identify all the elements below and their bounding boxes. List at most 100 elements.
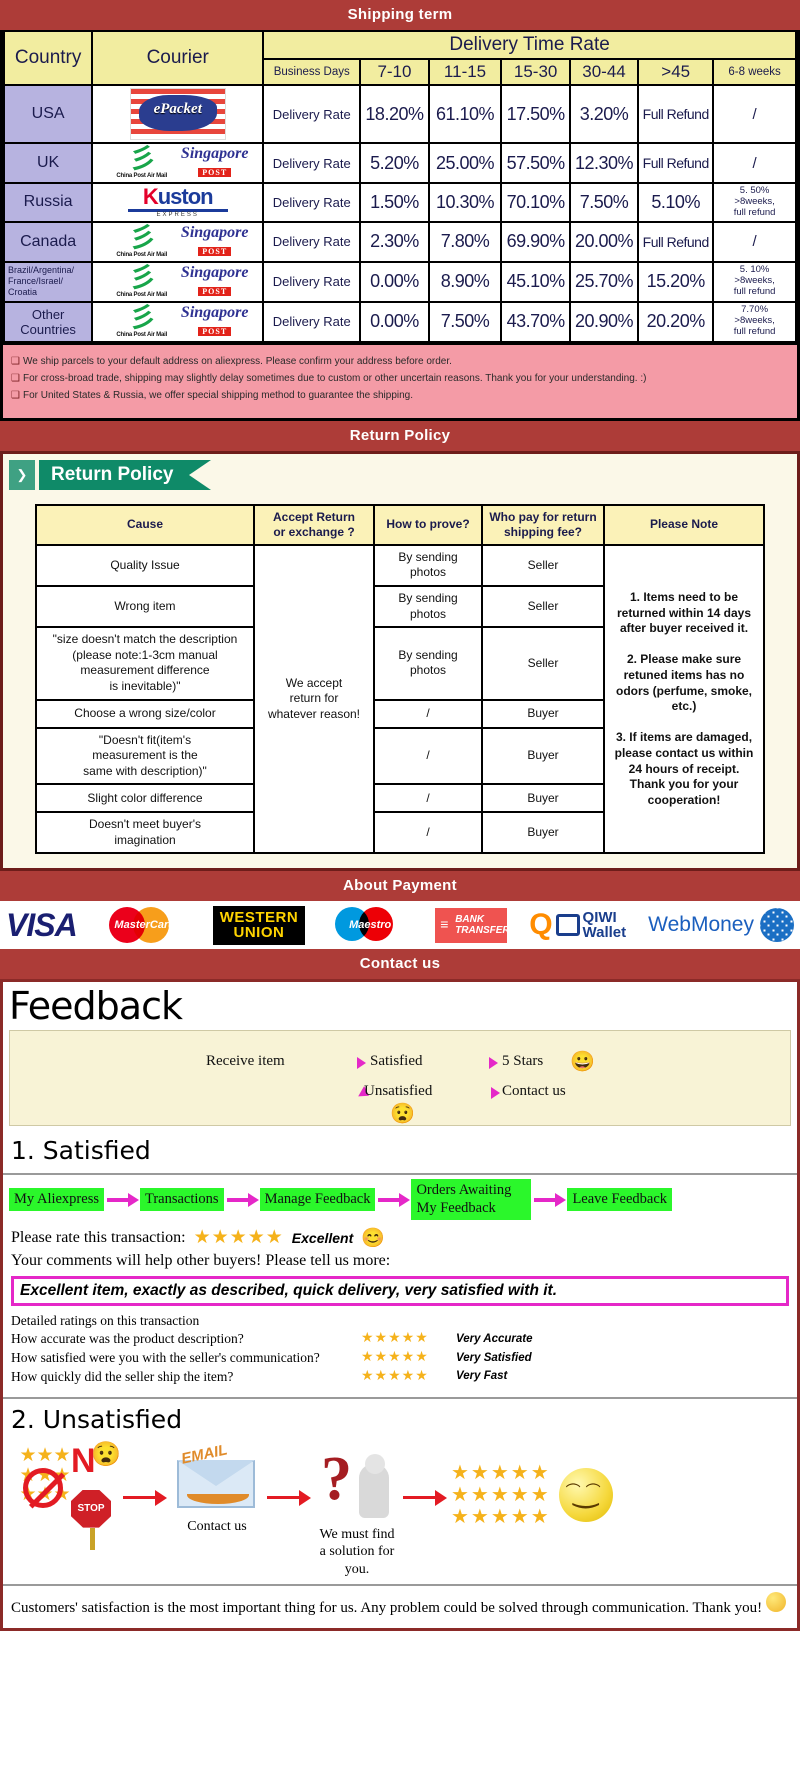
payment-method-bank-transfer: BANKTRANSFER (435, 905, 510, 945)
detail-question-shipping-speed: How quickly did the seller ship the item… (11, 1369, 234, 1385)
detail-value-communication: Very Satisfied (456, 1351, 532, 1364)
detail-stars-accuracy[interactable]: ★★★★★ (361, 1330, 456, 1349)
payer-wrong-item: Seller (481, 584, 605, 629)
closing-statement: Customers' satisfaction is the most impo… (3, 1584, 797, 1628)
chip-orders-awaiting-my-feedback[interactable]: Orders Awaiting My Feedback (411, 1179, 532, 1220)
courier-logos-russia: Kuston EXPRESS (91, 182, 265, 223)
table-row: UK 彡 China Post Air Mail Singapore POST De… (2, 142, 797, 184)
singapore-post-logo-icon: Singapore POST (180, 145, 249, 177)
rating-stars[interactable]: ★★★★★ (194, 1226, 284, 1249)
detail-stars-communication[interactable]: ★★★★★ (361, 1349, 456, 1368)
country-russia: Russia (2, 182, 94, 223)
detail-value-shipping-speed: Very Fast (456, 1370, 508, 1383)
checkbox-icon: ❑ (11, 355, 20, 367)
checkbox-icon: ❑ (11, 372, 20, 384)
return-policy-header-row: Cause Accept Return or exchange ? How to … (35, 503, 765, 546)
qiwi-wallet-logo-icon: Q QIWI Wallet (529, 908, 627, 942)
rate-label: Delivery Rate (262, 260, 362, 303)
comment-text-box[interactable]: Excellent item, exactly as described, qu… (11, 1275, 789, 1306)
webmoney-logo-icon: WebMoney (648, 913, 754, 937)
kuston-express-logo-icon: Kuston EXPRESS (118, 186, 238, 218)
table-row: Canada 彡 China Post Air Mail Singapore POS… (2, 220, 797, 263)
return-policy-ribbon-label: Return Policy (39, 459, 190, 490)
solution-caption: We must find a solution for you. (319, 1526, 395, 1577)
shipping-notes: ❑ We ship parcels to your default address… (3, 342, 797, 418)
header-cause: Cause (35, 503, 255, 546)
header-accept-return: Accept Return or exchange ? (253, 503, 375, 546)
table-row: USA ePacket Delivery Rate 18.20% 61.10% … (2, 84, 797, 144)
prove-quality-issue: By sending photos (373, 543, 483, 587)
payer-quality-issue: Seller (481, 543, 605, 587)
header-range-30-44: 30-44 (568, 58, 640, 86)
chip-manage-feedback[interactable]: Manage Feedback (259, 1188, 376, 1212)
detail-value-accuracy: Very Accurate (456, 1332, 533, 1345)
rate-usa-11-15: 61.10% (427, 84, 503, 144)
cause-wrong-item: Wrong item (35, 584, 255, 629)
unsatisfied-heading: 2. Unsatisfied (11, 1404, 183, 1434)
satisfied-heading: 1. Satisfied (11, 1136, 151, 1166)
cause-quality-issue: Quality Issue (35, 543, 255, 587)
rate-other-11-15: 7.50% (427, 300, 503, 343)
chain-arrow-icon (531, 1192, 567, 1207)
accept-return-statement: We accept return for whatever reason! (253, 543, 375, 855)
smiley-sad-icon: 😧 (91, 1440, 121, 1468)
checkbox-icon: ❑ (11, 389, 20, 401)
payment-method-maestro: Maestro (327, 905, 413, 945)
red-arrow-icon (119, 1468, 171, 1528)
header-please-note: Please Note (603, 503, 765, 546)
email-envelope-icon: EMAIL (171, 1441, 263, 1514)
rate-brazil-15-30: 45.10% (500, 260, 571, 303)
cause-size-mismatch: "size doesn't match the description (plea… (35, 626, 255, 701)
rate-uk-30-44: 12.30% (568, 142, 640, 184)
country-uk: UK (2, 142, 94, 184)
header-business-days: Business Days (262, 58, 362, 86)
shipping-header-row-1: Country Courier Delivery Time Rate (2, 30, 797, 86)
rate-canada-15-30: 69.90% (500, 220, 571, 263)
table-row: Russia Kuston EXPRESS Delivery Rate 1.50%… (2, 182, 797, 223)
chain-arrow-icon (104, 1192, 140, 1207)
shipping-note-item: ❑ For cross-broad trade, shipping may sli… (11, 372, 647, 384)
chip-transactions[interactable]: Transactions (139, 1188, 224, 1212)
rate-usa-over-45: Full Refund (637, 84, 715, 144)
epacket-logo-icon: ePacket (129, 88, 226, 140)
rate-canada-11-15: 7.80% (427, 220, 503, 263)
payer-size-mismatch: Seller (481, 626, 605, 701)
shipping-note-item: ❑ For United States & Russia, we offer sp… (11, 389, 414, 401)
detailed-ratings-block: Detailed ratings on this transaction How… (3, 1312, 797, 1393)
payment-method-qiwi-wallet: Q QIWI Wallet (529, 905, 626, 945)
payer-slight-color-difference: Buyer (481, 783, 605, 814)
banner-shipping-term: Shipping term (0, 0, 800, 30)
header-country: Country (2, 30, 94, 86)
detail-stars-shipping-speed[interactable]: ★★★★★ (361, 1368, 456, 1387)
ribbon-tip (189, 459, 212, 490)
cause-slight-color-difference: Slight color difference (35, 783, 255, 814)
prove-wrong-size-color: / (373, 698, 483, 729)
header-range-7-10: 7-10 (359, 58, 430, 86)
flow-unsatisfied: Unsatisfied (364, 1083, 433, 1100)
banner-return-policy: Return Policy (0, 420, 800, 451)
flow-receive-item: Receive item (206, 1053, 285, 1070)
rate-brazil-over-45: 15.20% (637, 260, 715, 303)
rate-russia-6-8-weeks: 5. 50% >8weeks, full refund (712, 182, 797, 223)
header-range-over-45: >45 (637, 58, 715, 86)
rate-usa-7-10: 18.20% (359, 84, 430, 144)
singapore-post-logo-icon: Singapore POST (180, 303, 249, 336)
header-courier: Courier (91, 30, 265, 86)
detailed-rating-row: How satisfied were you with the seller's… (11, 1349, 789, 1368)
flow-contact-us: Contact us (502, 1083, 566, 1100)
chip-leave-feedback[interactable]: Leave Feedback (567, 1188, 673, 1212)
singapore-post-logo-icon: Singapore POST (180, 223, 249, 256)
mastercard-logo-icon: MasterCard (99, 906, 191, 944)
feedback-section: Feedback Receive item Satisfied 5 Stars … (0, 979, 800, 1632)
courier-logos-uk: 彡 China Post Air Mail Singapore POST (91, 142, 265, 184)
payment-method-western-union: WESTERN UNION (212, 905, 306, 945)
payment-method-visa: VISA (6, 905, 78, 945)
rate-label: Delivery Rate (262, 84, 362, 144)
table-row: Quality Issue We accept return for whateve… (35, 543, 765, 855)
country-other: Other Countries (2, 300, 94, 343)
prove-imagination: / (373, 811, 483, 855)
western-union-logo-icon: WESTERN UNION (212, 906, 306, 945)
chip-my-aliexpress[interactable]: My Aliexpress (9, 1188, 104, 1212)
unsatisfied-flow-diagram: ★★★ ★★★ ★★★ N 😧 STOP EMAIL Contact us ? … (3, 1438, 797, 1579)
maestro-logo-icon: Maestro (327, 907, 413, 943)
